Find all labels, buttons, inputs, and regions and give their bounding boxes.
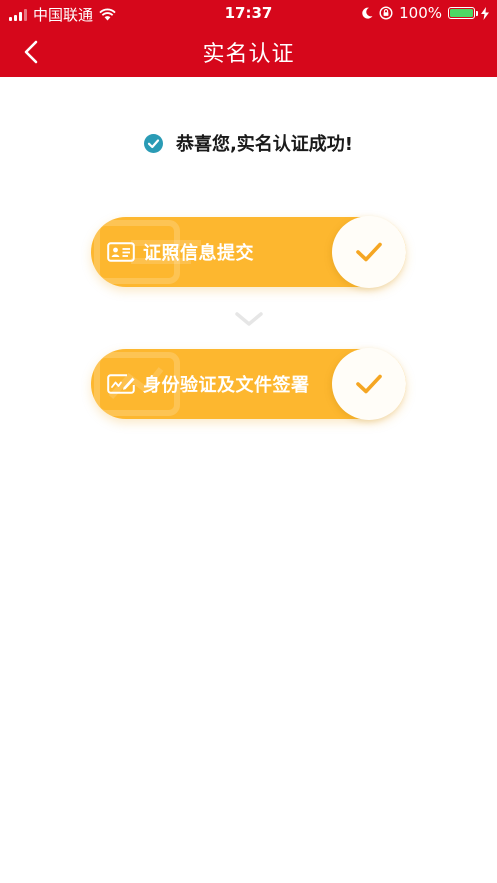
- nav-bar: 实名认证: [0, 26, 497, 77]
- signature-icon: [107, 374, 135, 394]
- status-bar: 中国联通 17:37 100%: [0, 0, 497, 26]
- app-header: 中国联通 17:37 100% 实名认证: [0, 0, 497, 77]
- step-complete-badge: [332, 216, 406, 288]
- battery-percent: 100%: [399, 4, 442, 22]
- step-content: 证照信息提交: [107, 217, 254, 287]
- id-card-icon: [107, 242, 135, 262]
- charging-icon: [481, 6, 489, 20]
- page-title: 实名认证: [202, 42, 295, 67]
- check-icon: [356, 242, 382, 262]
- success-message: 恭喜您,实名认证成功!: [175, 134, 354, 155]
- check-icon: [356, 374, 382, 394]
- battery-icon: [448, 7, 478, 19]
- step-label: 身份验证及文件签署: [143, 375, 310, 396]
- success-banner: 恭喜您,实名认证成功!: [0, 130, 497, 156]
- moon-icon: [362, 7, 373, 19]
- step-card-id-submit: 证照信息提交: [91, 216, 406, 288]
- step-complete-badge: [332, 348, 406, 420]
- step-label: 证照信息提交: [143, 243, 254, 264]
- check-circle-icon: [143, 133, 163, 153]
- status-right: 100%: [362, 4, 489, 22]
- step-content: 身份验证及文件签署: [107, 349, 310, 419]
- rotation-lock-icon: [379, 6, 393, 20]
- step-card-verify-sign: 身份验证及文件签署: [91, 348, 406, 420]
- chevron-down-icon: [235, 312, 263, 326]
